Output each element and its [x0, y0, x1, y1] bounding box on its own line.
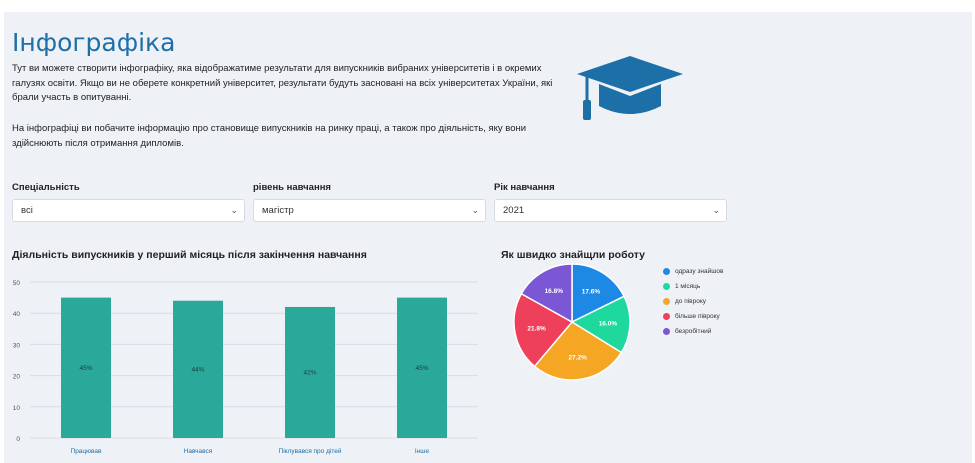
legend-item[interactable]: до півроку [663, 294, 723, 309]
legend-label: безробітний [675, 328, 712, 335]
filter-label-year: Рік навчання [494, 182, 555, 193]
chevron-down-icon: ⌄ [712, 205, 720, 215]
graduation-cap-icon [577, 56, 683, 120]
x-tick-label: Інше [415, 448, 430, 455]
legend-swatch [663, 268, 670, 275]
x-tick-label: Працював [71, 448, 102, 455]
bar-chart-title: Діяльність випускників у перший місяць п… [12, 249, 367, 261]
y-tick-label: 10 [13, 405, 21, 412]
pie-legend: одразу знайшов 1 місяць до півроку більше п… [663, 264, 723, 339]
pie-slice-label: 17.6% [582, 288, 601, 295]
pie-chart: 17.6% 16.0% 27.2% 21.8% 16.8% [513, 263, 631, 381]
pie-slice-label: 16.0% [599, 321, 618, 328]
bar-value-label: 44% [191, 366, 204, 373]
x-tick-label: Піклувався про дітей [279, 447, 342, 455]
legend-label: більше півроку [675, 313, 720, 320]
legend-swatch [663, 283, 670, 290]
legend-swatch [663, 313, 670, 320]
intro-text-2: На інфографіці ви побачите інформацію пр… [12, 123, 527, 149]
x-tick-label: Навчався [184, 448, 213, 455]
legend-label: 1 місяць [675, 283, 701, 290]
pie-slice-label: 27.2% [568, 355, 587, 362]
filter-label-level: рівень навчання [253, 182, 331, 193]
specialty-select[interactable]: всі ⌄ [12, 199, 245, 222]
legend-item[interactable]: безробітний [663, 324, 723, 339]
legend-swatch [663, 328, 670, 335]
year-select-value: 2021 [503, 205, 525, 216]
y-tick-label: 30 [13, 342, 21, 349]
y-tick-label: 40 [13, 311, 21, 318]
y-tick-label: 0 [16, 436, 20, 443]
legend-swatch [663, 298, 670, 305]
bar-value-label: 45% [415, 365, 428, 372]
chevron-down-icon: ⌄ [230, 205, 238, 215]
legend-item[interactable]: одразу знайшов [663, 264, 723, 279]
level-select[interactable]: магістр ⌄ [253, 199, 486, 222]
legend-item[interactable]: більше півроку [663, 309, 723, 324]
year-select[interactable]: 2021 ⌄ [494, 199, 727, 222]
filter-label-specialty: Спеціальність [12, 182, 80, 193]
chevron-down-icon: ⌄ [471, 205, 479, 215]
specialty-select-value: всі [21, 205, 33, 216]
pie-slice-label: 16.8% [545, 288, 564, 295]
legend-label: до півроку [675, 298, 707, 305]
page-title: Інфографіка [12, 28, 176, 57]
level-select-value: магістр [262, 205, 294, 216]
y-tick-label: 50 [13, 280, 21, 287]
legend-label: одразу знайшов [675, 268, 724, 275]
bar-chart: 0 10 20 30 40 50 45% Працював 44% Навчався 42% Пікл… [13, 280, 478, 455]
intro-text: Тут ви можете створити інфографіку, яка … [12, 63, 553, 103]
pie-slice-label: 21.8% [527, 325, 546, 332]
y-tick-label: 20 [13, 374, 21, 381]
bar-value-label: 42% [303, 369, 316, 376]
bar-value-label: 45% [79, 365, 92, 372]
legend-item[interactable]: 1 місяць [663, 279, 723, 294]
pie-chart-title: Як швидко знайщли роботу [501, 249, 645, 261]
